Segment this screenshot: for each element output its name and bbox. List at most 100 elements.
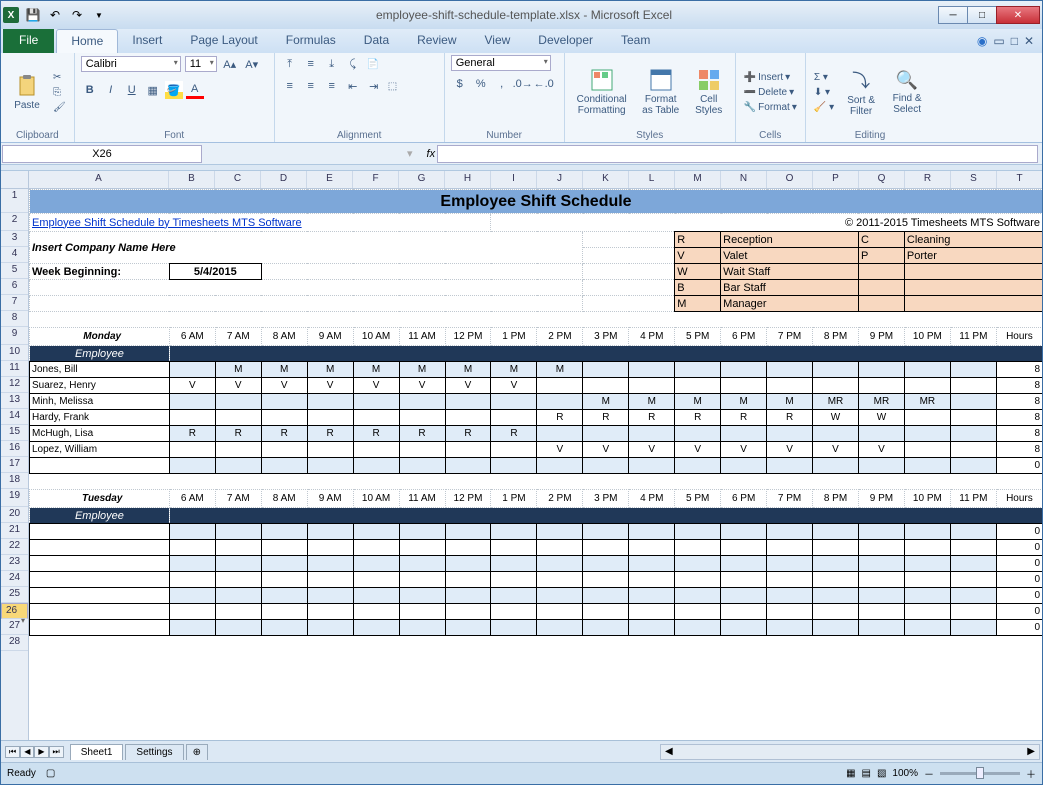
shift-cell[interactable] — [629, 588, 675, 604]
shift-cell[interactable] — [950, 378, 996, 394]
shift-cell[interactable]: R — [583, 410, 629, 426]
col-header-R[interactable]: R — [905, 171, 951, 188]
shift-cell[interactable] — [261, 572, 307, 588]
shift-cell[interactable] — [261, 394, 307, 410]
shift-cell[interactable]: V — [721, 442, 767, 458]
font-size-select[interactable]: 11 — [185, 56, 217, 72]
employee-name[interactable]: Hardy, Frank — [30, 410, 170, 426]
shift-cell[interactable] — [904, 458, 950, 474]
shift-cell[interactable] — [721, 362, 767, 378]
shift-cell[interactable]: V — [583, 442, 629, 458]
shift-cell[interactable] — [445, 524, 491, 540]
shift-cell[interactable] — [767, 588, 813, 604]
row-header-25[interactable]: 25 — [1, 587, 28, 603]
shift-cell[interactable] — [491, 572, 537, 588]
shift-cell[interactable] — [950, 572, 996, 588]
align-left-icon[interactable]: ≡ — [281, 77, 299, 95]
shift-cell[interactable] — [353, 540, 399, 556]
row-header-8[interactable]: 8 — [1, 311, 28, 327]
shift-cell[interactable] — [307, 524, 353, 540]
shift-cell[interactable] — [491, 620, 537, 636]
shift-cell[interactable] — [858, 572, 904, 588]
shift-cell[interactable]: V — [353, 378, 399, 394]
shift-cell[interactable]: V — [629, 442, 675, 458]
shift-cell[interactable] — [629, 362, 675, 378]
shift-cell[interactable] — [950, 426, 996, 442]
shift-cell[interactable]: V — [169, 378, 215, 394]
col-header-K[interactable]: K — [583, 171, 629, 188]
shift-cell[interactable]: V — [491, 378, 537, 394]
shift-cell[interactable] — [721, 524, 767, 540]
col-header-T[interactable]: T — [997, 171, 1042, 188]
shift-cell[interactable] — [491, 604, 537, 620]
shift-cell[interactable]: V — [307, 378, 353, 394]
shift-cell[interactable] — [813, 362, 859, 378]
employee-name[interactable]: Suarez, Henry — [30, 378, 170, 394]
row-header-18[interactable]: 18 — [1, 473, 28, 489]
align-right-icon[interactable]: ≡ — [323, 77, 341, 95]
col-header-Q[interactable]: Q — [859, 171, 905, 188]
shift-cell[interactable] — [353, 620, 399, 636]
dec-decimal-icon[interactable]: ←.0 — [535, 75, 553, 93]
shift-cell[interactable] — [353, 442, 399, 458]
shift-cell[interactable] — [445, 394, 491, 410]
shift-cell[interactable]: W — [813, 410, 859, 426]
shift-cell[interactable] — [675, 620, 721, 636]
shift-cell[interactable] — [904, 426, 950, 442]
shift-cell[interactable] — [169, 604, 215, 620]
shift-cell[interactable] — [767, 524, 813, 540]
shift-cell[interactable]: R — [307, 426, 353, 442]
shift-cell[interactable] — [721, 572, 767, 588]
row-header-23[interactable]: 23 — [1, 555, 28, 571]
shift-cell[interactable] — [813, 458, 859, 474]
shift-cell[interactable] — [169, 540, 215, 556]
shift-cell[interactable] — [813, 378, 859, 394]
shift-cell[interactable] — [950, 556, 996, 572]
row-header-2[interactable]: 2 — [1, 213, 28, 231]
qat-save[interactable]: 💾 — [23, 5, 43, 25]
employee-name[interactable]: Jones, Bill — [30, 362, 170, 378]
bold-button[interactable]: B — [81, 81, 99, 99]
shift-cell[interactable] — [904, 524, 950, 540]
shift-cell[interactable] — [399, 524, 445, 540]
font-color-button[interactable]: A — [186, 81, 204, 99]
shift-cell[interactable]: MR — [813, 394, 859, 410]
shift-cell[interactable] — [858, 620, 904, 636]
shift-cell[interactable] — [629, 620, 675, 636]
col-header-J[interactable]: J — [537, 171, 583, 188]
qat-redo[interactable]: ↷ — [67, 5, 87, 25]
shift-cell[interactable] — [950, 588, 996, 604]
row-headers[interactable]: 1234567891011121314151617181920212223242… — [1, 189, 29, 740]
shift-cell[interactable] — [307, 556, 353, 572]
shift-cell[interactable] — [491, 458, 537, 474]
shift-cell[interactable] — [950, 410, 996, 426]
shift-cell[interactable] — [858, 588, 904, 604]
col-header-A[interactable]: A — [29, 171, 169, 188]
row-header-21[interactable]: 21 — [1, 523, 28, 539]
shift-cell[interactable]: R — [629, 410, 675, 426]
ribbon-close-icon[interactable]: ✕ — [1024, 34, 1034, 48]
row-header-14[interactable]: 14 — [1, 409, 28, 425]
shift-cell[interactable] — [307, 604, 353, 620]
shift-cell[interactable]: V — [675, 442, 721, 458]
col-header-F[interactable]: F — [353, 171, 399, 188]
shift-cell[interactable]: V — [537, 442, 583, 458]
horizontal-scrollbar[interactable]: ◀▶ — [660, 744, 1040, 760]
row-header-13[interactable]: 13 — [1, 393, 28, 409]
col-header-L[interactable]: L — [629, 171, 675, 188]
shift-cell[interactable] — [629, 540, 675, 556]
shift-cell[interactable] — [537, 588, 583, 604]
shift-cell[interactable] — [537, 572, 583, 588]
shift-cell[interactable] — [583, 524, 629, 540]
shift-cell[interactable] — [904, 604, 950, 620]
sheet-tab-settings[interactable]: Settings — [125, 744, 183, 760]
shift-cell[interactable] — [721, 604, 767, 620]
zoom-out-button[interactable]: － — [924, 766, 934, 781]
shift-cell[interactable] — [721, 458, 767, 474]
autosum-button[interactable]: Σ ▾ — [812, 71, 836, 84]
row-header-3[interactable]: 3 — [1, 231, 28, 247]
row-header-26[interactable]: 26 — [1, 603, 28, 619]
shift-cell[interactable]: R — [721, 410, 767, 426]
shift-cell[interactable] — [767, 604, 813, 620]
shift-cell[interactable] — [307, 572, 353, 588]
